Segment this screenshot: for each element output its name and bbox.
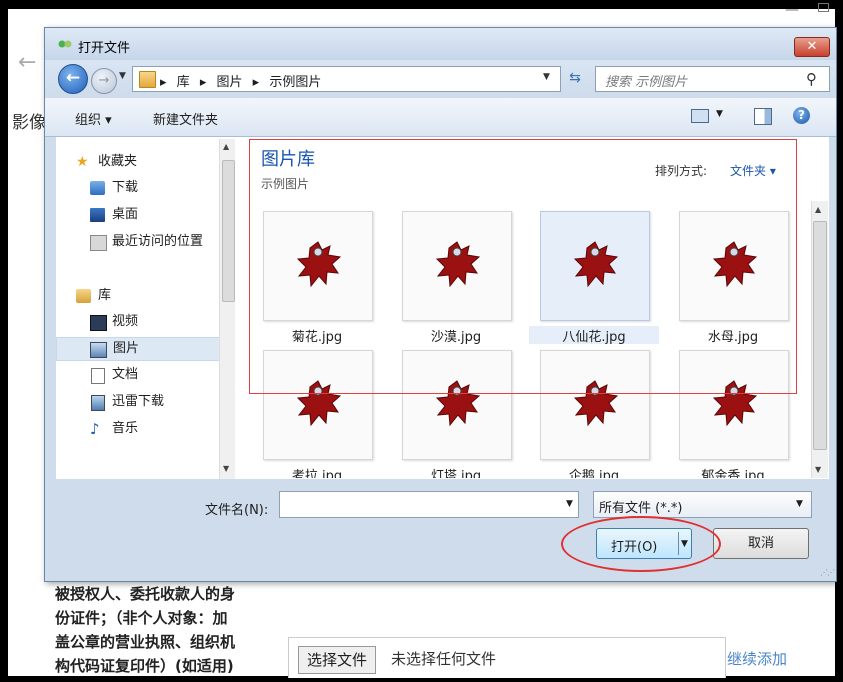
- nav-label: 库: [98, 288, 112, 303]
- browser-back-icon[interactable]: ←: [18, 50, 36, 75]
- address-bar[interactable]: ▸ 库 ▸ 图片 ▸ 示例图片 ▼: [132, 66, 561, 92]
- desktop-icon: [90, 208, 105, 222]
- downloads-icon: [90, 181, 105, 195]
- nav-label: 迅雷下载: [112, 394, 165, 409]
- breadcrumb-separator-icon: ▸: [252, 75, 260, 90]
- filename-label: 文件名(N):: [205, 503, 269, 518]
- nav-label: 最近访问的位置: [112, 234, 204, 249]
- navigation-row: ← → ▼ ▸ 库 ▸ 图片 ▸ 示例图片 ▼ ⇆ 搜索 示例图片 ⚲: [45, 60, 836, 98]
- description-line: 被授权人、委托收款人的身: [55, 585, 236, 603]
- view-icon[interactable]: [691, 109, 709, 123]
- filename-dropdown-icon[interactable]: ▼: [566, 499, 573, 509]
- file-name-label[interactable]: 考拉.jpg: [252, 465, 382, 478]
- pictures-icon: [90, 342, 107, 358]
- nav-label: 文档: [112, 367, 139, 382]
- continue-add-link[interactable]: 继续添加: [727, 648, 787, 669]
- no-file-text: 未选择任何文件: [391, 650, 497, 668]
- description-line: 份证件；（非个人对象：加: [55, 609, 228, 627]
- maximize-glyph[interactable]: [818, 3, 829, 12]
- scroll-down-icon[interactable]: ▼: [223, 464, 229, 473]
- documents-icon: [91, 368, 105, 384]
- search-icon[interactable]: ⚲: [806, 70, 817, 88]
- cancel-button[interactable]: 取消: [713, 528, 809, 559]
- breadcrumb-separator-icon: ▸: [160, 75, 167, 90]
- nav-label: 下载: [112, 180, 139, 195]
- scroll-up-icon[interactable]: ▲: [815, 205, 821, 214]
- content-scrollbar-thumb[interactable]: [813, 221, 827, 450]
- file-name-label[interactable]: 企鹅.jpg: [529, 465, 659, 478]
- annotation-rectangle: [249, 139, 797, 394]
- breadcrumb: ▸ 库 ▸ 图片 ▸ 示例图片: [160, 71, 327, 90]
- dialog-title-bar[interactable]: 打开文件 ✕: [45, 28, 836, 60]
- refresh-icon[interactable]: ⇆: [563, 67, 587, 89]
- preview-pane-icon[interactable]: [754, 108, 772, 125]
- breadcrumb-item[interactable]: 示例图片: [269, 75, 321, 90]
- search-placeholder: 搜索 示例图片: [605, 75, 688, 90]
- file-type-value: 所有文件 (*.*): [599, 501, 683, 516]
- description-line: 盖公章的营业执照、组织机: [55, 633, 236, 651]
- help-icon[interactable]: ?: [793, 107, 810, 124]
- library-icon: [76, 289, 91, 303]
- scroll-down-icon[interactable]: ▼: [815, 465, 821, 474]
- choose-file-button[interactable]: 选择文件: [298, 646, 377, 674]
- nav-label: 收藏夹: [98, 154, 138, 169]
- nav-label: 桌面: [112, 207, 139, 222]
- open-file-dialog: 打开文件 ✕ ← → ▼ ▸ 库 ▸ 图片 ▸ 示例图片 ▼ ⇆ 搜索 示例图片…: [44, 27, 837, 582]
- command-toolbar: 组织 ▾ 新建文件夹 ▼ ?: [45, 98, 836, 137]
- background-description: 被授权人、委托收款人的身 份证件；（非个人对象：加 盖公章的营业执照、组织机 构…: [55, 582, 275, 678]
- file-type-select[interactable]: 所有文件 (*.*) ▼: [593, 491, 812, 518]
- chevron-down-icon: ▼: [796, 499, 803, 509]
- videos-icon: [90, 315, 107, 331]
- navigation-pane: ★ 收藏夹 下载 桌面 最近访问的位置 库 视频 图片 文档 迅雷下载 ♪ 音乐: [56, 137, 241, 479]
- app-icon: [58, 40, 72, 48]
- back-icon[interactable]: ←: [58, 64, 88, 94]
- organize-menu[interactable]: 组织 ▾: [75, 109, 112, 128]
- dialog-title: 打开文件: [78, 41, 131, 56]
- forward-icon[interactable]: →: [91, 68, 117, 94]
- resize-grip-icon[interactable]: ⋰⋰: [820, 568, 835, 577]
- file-name-label[interactable]: 郁金香.jpg: [668, 465, 798, 478]
- background-side-label: 影像: [12, 113, 46, 133]
- nav-pictures[interactable]: 图片: [56, 337, 226, 361]
- history-dropdown-icon[interactable]: ▼: [119, 71, 126, 81]
- close-button[interactable]: ✕: [794, 37, 830, 57]
- filename-input[interactable]: [279, 491, 579, 518]
- nav-label: 图片: [113, 341, 140, 356]
- annotation-ellipse: [561, 516, 721, 572]
- breadcrumb-item[interactable]: 库: [177, 75, 190, 90]
- file-name-label[interactable]: 灯塔.jpg: [391, 465, 521, 478]
- recent-places-icon: [90, 235, 107, 251]
- nav-label: 视频: [112, 314, 139, 329]
- folder-icon: [139, 71, 156, 88]
- view-dropdown-icon[interactable]: ▼: [716, 109, 723, 119]
- nav-scrollbar-thumb[interactable]: [222, 160, 235, 302]
- breadcrumb-separator-icon: ▸: [199, 75, 207, 90]
- music-icon: ♪: [90, 420, 100, 438]
- new-folder-button[interactable]: 新建文件夹: [153, 109, 218, 128]
- minimize-glyph[interactable]: —: [785, 2, 799, 18]
- search-input[interactable]: 搜索 示例图片 ⚲: [595, 66, 830, 92]
- description-line: 构代码证复印件）(如适用): [55, 657, 234, 675]
- star-icon: ★: [76, 154, 89, 170]
- thunder-download-icon: [91, 395, 105, 411]
- scroll-up-icon[interactable]: ▲: [223, 142, 229, 151]
- nav-label: 音乐: [112, 421, 139, 436]
- address-dropdown-icon[interactable]: ▼: [543, 72, 550, 82]
- breadcrumb-item[interactable]: 图片: [217, 75, 243, 90]
